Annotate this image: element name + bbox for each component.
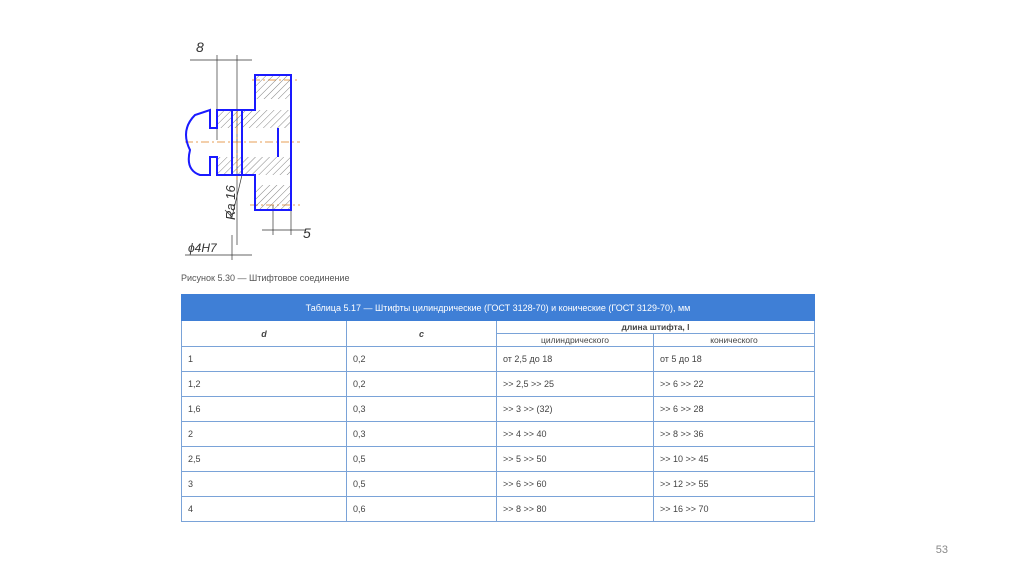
header-c: c	[346, 320, 497, 347]
dim-5: 5	[303, 225, 311, 241]
table-row: 1,2 0,2 >> 2,5 >> 25 >> 6 >> 22	[181, 371, 815, 397]
table-title: Таблица 5.17 — Штифты цилиндрические (ГО…	[181, 294, 815, 321]
table-cell: >> 5 >> 50	[496, 446, 654, 472]
pin-joint-drawing: 8 5 Ra 16 ϕ4H7	[185, 39, 311, 260]
table-cell: 1,6	[181, 396, 347, 422]
table-cell: >> 4 >> 40	[496, 421, 654, 447]
table-cell: 1	[181, 346, 347, 372]
dim-8: 8	[196, 39, 204, 55]
table-row: 1 0,2 от 2,5 до 18 от 5 до 18	[181, 346, 815, 372]
table-cell: 0,3	[346, 421, 497, 447]
table-row: 1,6 0,3 >> 3 >> (32) >> 6 >> 28	[181, 396, 815, 422]
table-cell: 1,2	[181, 371, 347, 397]
header-d: d	[181, 320, 347, 347]
table-cell: 3	[181, 471, 347, 497]
table-cell: 0,6	[346, 496, 497, 522]
table-cell: >> 6 >> 22	[653, 371, 815, 397]
table-cell: >> 8 >> 36	[653, 421, 815, 447]
table-cell: 0,5	[346, 446, 497, 472]
header-cyl: цилиндрического	[496, 333, 654, 347]
table-cell: >> 16 >> 70	[653, 496, 815, 522]
fit-label: ϕ4H7	[188, 241, 218, 255]
table-cell: 4	[181, 496, 347, 522]
table-cell: >> 6 >> 60	[496, 471, 654, 497]
table-row: 2,5 0,5 >> 5 >> 50 >> 10 >> 45	[181, 446, 815, 472]
table-row: 4 0,6 >> 8 >> 80 >> 16 >> 70	[181, 496, 815, 522]
header-con: конического	[653, 333, 815, 347]
table-cell: 2	[181, 421, 347, 447]
table-cell: от 2,5 до 18	[496, 346, 654, 372]
roughness-label: Ra 16	[223, 185, 238, 220]
table-row: 3 0,5 >> 6 >> 60 >> 12 >> 55	[181, 471, 815, 497]
header-length: длина штифта, l	[496, 320, 815, 334]
figure-caption: Рисунок 5.30 — Штифтовое соединение	[181, 273, 350, 283]
table-cell: >> 8 >> 80	[496, 496, 654, 522]
table-cell: 2,5	[181, 446, 347, 472]
pins-table: Таблица 5.17 — Штифты цилиндрические (ГО…	[181, 294, 815, 522]
table-cell: 0,3	[346, 396, 497, 422]
table-cell: >> 10 >> 45	[653, 446, 815, 472]
table-cell: >> 12 >> 55	[653, 471, 815, 497]
table-row: 2 0,3 >> 4 >> 40 >> 8 >> 36	[181, 421, 815, 447]
page-number: 53	[935, 544, 948, 556]
table-cell: 0,2	[346, 371, 497, 397]
table-cell: 0,2	[346, 346, 497, 372]
table-cell: >> 2,5 >> 25	[496, 371, 654, 397]
table-cell: >> 6 >> 28	[653, 396, 815, 422]
table-cell: 0,5	[346, 471, 497, 497]
table-cell: от 5 до 18	[653, 346, 815, 372]
table-cell: >> 3 >> (32)	[496, 396, 654, 422]
